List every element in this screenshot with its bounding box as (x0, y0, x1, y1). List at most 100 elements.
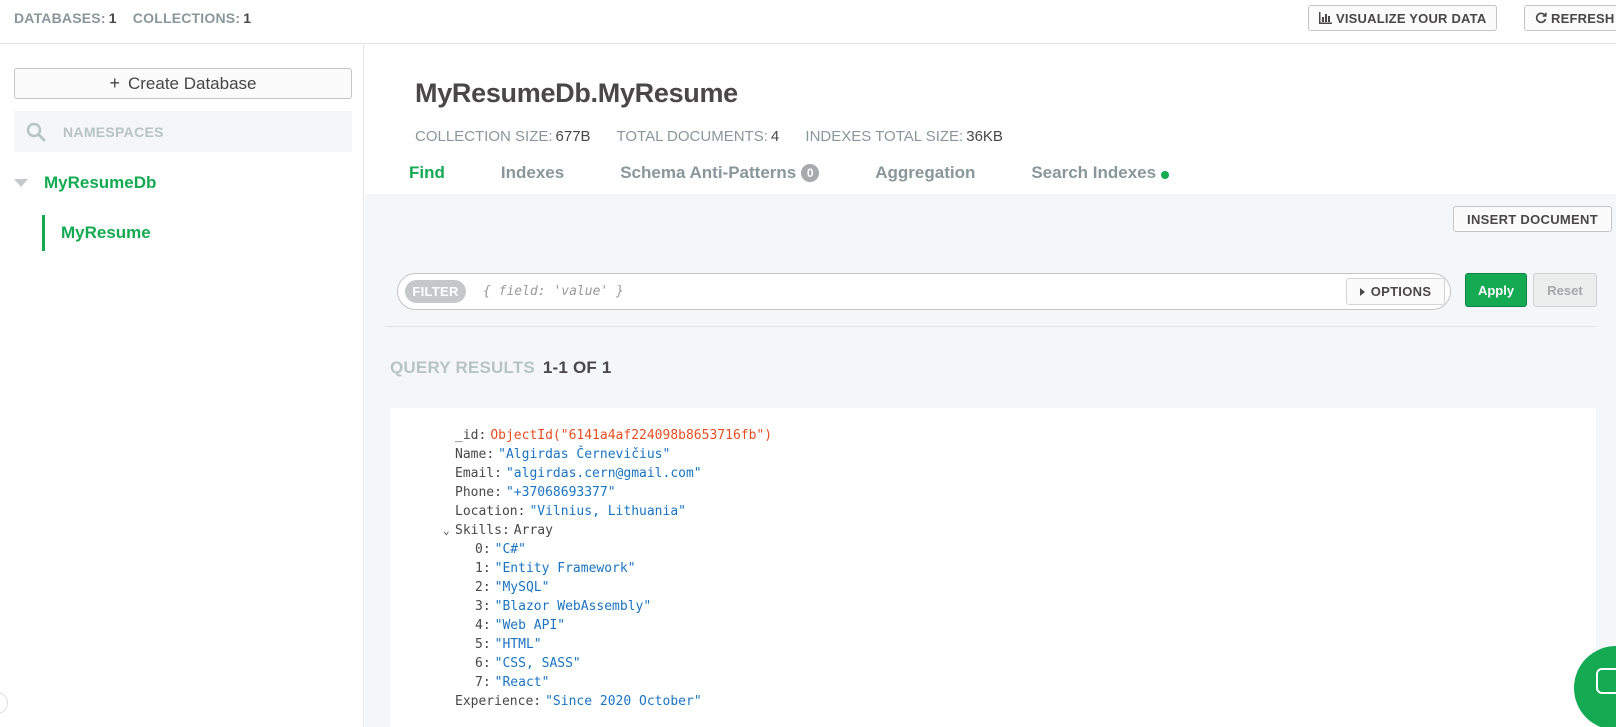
tab-indexes[interactable]: Indexes (495, 163, 570, 194)
status-dot-icon (1161, 171, 1170, 179)
array-value: "MySQL" (494, 580, 550, 595)
field-key: Skills (455, 523, 502, 538)
collection-tabs: Find Indexes Schema Anti-Patterns 0 Aggre… (403, 163, 1219, 194)
field-value: "algirdas.cern@gmail.com" (505, 466, 702, 481)
total-documents-value: 4 (770, 128, 780, 145)
databases-count: 1 (108, 10, 117, 26)
collections-count: 1 (243, 10, 252, 26)
array-index: 7 (475, 675, 483, 690)
array-value: "CSS, SASS" (494, 656, 581, 671)
indexes-size-label: INDEXES TOTAL SIZE: (805, 128, 964, 145)
sidebar: + Create Database MyResumeDb MyResume (0, 45, 364, 727)
field-type: Array (513, 523, 553, 538)
field-key: _id (455, 428, 479, 443)
tab-aggregation-label: Aggregation (875, 163, 976, 182)
documents-view: INSERT DOCUMENT FILTER OPTIONS Apply Res… (365, 194, 1616, 727)
tab-indexes-label: Indexes (500, 163, 565, 182)
options-label: OPTIONS (1370, 284, 1432, 299)
collection-header: MyResumeDb.MyResume COLLECTION SIZE: 677B… (365, 45, 1616, 194)
field-row: Location: "Vilnius, Lithuania" (455, 504, 686, 519)
field-value: "Algirdas Černevičius" (498, 447, 671, 462)
create-database-button[interactable]: + Create Database (14, 68, 352, 99)
collection-size-value: 677B (555, 128, 591, 145)
plus-icon: + (109, 73, 120, 93)
array-index: 6 (475, 656, 483, 671)
sidebar-item-database[interactable]: MyResumeDb (14, 173, 156, 193)
field-key: Experience (455, 694, 534, 709)
array-value: "React" (494, 675, 550, 690)
visualize-data-button[interactable]: VISUALIZE YOUR DATA (1308, 5, 1498, 31)
array-index: 0 (475, 542, 483, 557)
field-value: "Vilnius, Lithuania" (529, 504, 686, 519)
array-item: 3: "Blazor WebAssembly" (475, 599, 652, 614)
refresh-icon (1535, 12, 1547, 24)
tab-find[interactable]: Find (403, 163, 451, 194)
field-value: "+37068693377" (505, 485, 616, 500)
reset-button[interactable]: Reset (1533, 273, 1597, 307)
count-badge: 0 (801, 164, 820, 182)
database-name: MyResumeDb (44, 173, 157, 192)
top-bar: DATABASES: 1 COLLECTIONS: 1 VISUALIZE YOUR… (0, 0, 1616, 44)
namespace-search (14, 111, 352, 152)
field-key: Phone (455, 485, 495, 500)
array-value: "Entity Framework" (494, 561, 636, 576)
field-row: ⌄ Skills: Array (443, 523, 553, 538)
query-results-count: 1-1 OF 1 (542, 358, 612, 377)
filter-label: FILTER (405, 280, 466, 303)
filter-bar: FILTER OPTIONS (397, 273, 1451, 310)
array-index: 4 (475, 618, 483, 633)
array-index: 3 (475, 599, 483, 614)
field-value: ObjectId("6141a4af224098b8653716fb") (490, 428, 773, 443)
array-value: "Blazor WebAssembly" (494, 599, 652, 614)
document-fields: _id: ObjectId("6141a4af224098b8653716fb")… (443, 426, 773, 711)
visualize-data-label: VISUALIZE YOUR DATA (1336, 10, 1487, 26)
namespace-search-input[interactable] (63, 123, 323, 140)
query-results-title: QUERY RESULTS (390, 358, 535, 377)
field-row: Experience: "Since 2020 October" (455, 694, 702, 709)
array-item: 6: "CSS, SASS" (475, 656, 581, 671)
document-card[interactable]: _id: ObjectId("6141a4af224098b8653716fb")… (390, 408, 1596, 727)
tab-schema-label: Schema Anti-Patterns (620, 163, 797, 182)
databases-label: DATABASES: (14, 10, 106, 26)
collection-name: MyResume (61, 223, 151, 242)
tab-schema-anti-patterns[interactable]: Schema Anti-Patterns 0 (614, 163, 825, 194)
array-value: "HTML" (494, 637, 542, 652)
bar-chart-icon (1319, 12, 1332, 24)
collections-label: COLLECTIONS: (132, 10, 241, 26)
apply-button[interactable]: Apply (1465, 273, 1527, 307)
sidebar-item-collection[interactable]: MyResume (42, 215, 151, 251)
indexes-size-value: 36KB (966, 128, 1003, 145)
caret-down-icon[interactable] (14, 179, 28, 187)
chevron-down-icon[interactable]: ⌄ (443, 521, 455, 540)
array-item: 7: "React" (475, 675, 550, 690)
field-row: _id: ObjectId("6141a4af224098b8653716fb") (455, 428, 773, 443)
array-item: 2: "MySQL" (475, 580, 550, 595)
array-value: "C#" (494, 542, 526, 557)
array-index: 1 (475, 561, 483, 576)
search-icon (26, 122, 46, 141)
insert-document-button[interactable]: INSERT DOCUMENT (1453, 206, 1612, 232)
field-key: Email (455, 466, 495, 481)
query-results-label: QUERY RESULTS 1-1 OF 1 (390, 358, 612, 378)
field-key: Name (455, 447, 487, 462)
tab-search-indexes[interactable]: Search Indexes (1025, 163, 1175, 194)
create-database-label: Create Database (127, 73, 257, 93)
filter-input[interactable] (483, 284, 1323, 299)
array-item: 4: "Web API" (475, 618, 566, 633)
field-row: Name: "Algirdas Černevičius" (455, 447, 671, 462)
page-title: MyResumeDb.MyResume (415, 78, 738, 108)
tab-aggregation[interactable]: Aggregation (869, 163, 981, 194)
array-item: 0: "C#" (475, 542, 526, 557)
collection-size-label: COLLECTION SIZE: (415, 128, 553, 145)
options-button[interactable]: OPTIONS (1346, 278, 1445, 305)
refresh-button[interactable]: REFRESH (1524, 5, 1616, 31)
caret-right-icon (1359, 287, 1365, 296)
collection-stats: COLLECTION SIZE: 677B TOTAL DOCUMENTS: 4 I… (415, 128, 1025, 145)
instance-stats: DATABASES: 1 COLLECTIONS: 1 (14, 10, 263, 26)
field-value: "Since 2020 October" (545, 694, 702, 709)
divider (385, 326, 1596, 327)
tab-find-label: Find (409, 163, 445, 182)
field-row: Phone: "+37068693377" (455, 485, 616, 500)
array-index: 5 (475, 637, 483, 652)
array-index: 2 (475, 580, 483, 595)
